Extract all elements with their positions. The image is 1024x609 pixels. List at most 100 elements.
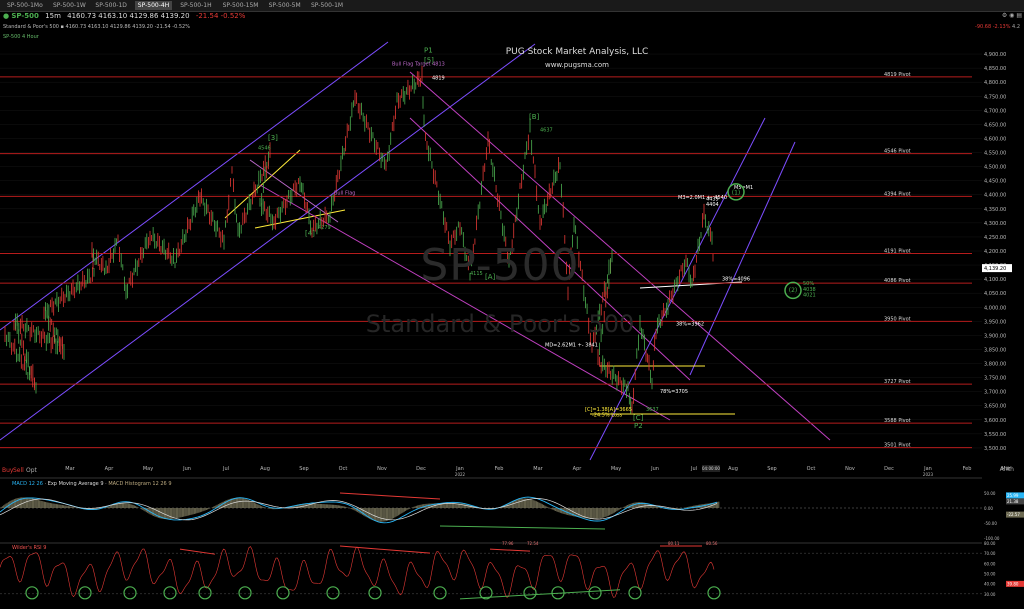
macd-legend: MACD 12 26 · Exp Moving Average 9 · MACD… [12,481,172,487]
wave-label: MD=2.62M1 +- 3841 [545,343,598,349]
macd-value-label: -22.57 [1007,512,1020,517]
rsi-tick: 40.00 [984,582,996,587]
scale-mode-button[interactable]: Arith [1000,466,1014,473]
rsi-peak-label: 80.56 [706,541,718,546]
rsi-peak-label: 77.96 [502,541,514,546]
macd-tick: -50.00 [984,521,997,526]
rsi-line [0,546,715,598]
analysis-url: www.pugsma.com [544,61,609,69]
wave-label: Bull Flag [334,191,355,197]
date-badge-label: 04:00:00 [702,466,720,471]
y-tick-label: 3,750.00 [984,376,1006,382]
macd-value-label: 25.99 [1007,493,1019,498]
rsi-oversold-circle [238,586,252,600]
y-tick-label: 3,550.00 [984,432,1006,438]
y-tick-label: 4,850.00 [984,66,1006,72]
rsi-divergence-line [489,548,531,552]
y-tick-label: 4,200.00 [984,249,1006,255]
buy-button[interactable]: Buy [2,467,13,474]
pivot-label: 4546 Pivot [884,149,911,155]
wave-label: Bull Flag Target 4813 [392,61,445,67]
rsi-tick: 60.00 [984,561,996,566]
date-axis: Mar Apr May Jun Jul Aug Sep Oct Nov Dec Jan2022Feb… [65,465,1012,477]
x-tick-label: Apr [573,466,583,472]
x-tick-label: Aug [260,466,270,472]
sell-button[interactable]: Sell [13,467,24,474]
y-tick-label: 4,750.00 [984,94,1006,100]
x-tick-label: May [611,466,621,472]
x-tick-label: Dec [416,466,426,472]
pivot-label: 4086 Pivot [884,278,911,284]
y-tick-label: 4,350.00 [984,207,1006,213]
rsi-oversold-circle [25,586,39,600]
rsi-tick: 80.00 [984,541,996,546]
wave-label: P2 [634,422,643,430]
x-tick-label: Mar [533,466,543,472]
rsi-oversold-circle [588,586,602,600]
wave-circle-label: (2) [789,287,798,294]
pivot-label: 4819 Pivot [884,72,911,78]
wave-label: [B] [529,113,540,121]
x-tick-label: Nov [377,466,387,472]
rsi-peak-label: 72.54 [527,541,539,546]
pivot-label: 3588 Pivot [884,418,911,424]
analysis-title: PUG Stock Market Analysis, LLC [505,47,649,57]
rsi-oversold-circle [276,586,290,600]
y-tick-label: 4,300.00 [984,221,1006,227]
x-tick-label: Jun [650,466,659,472]
x-tick-label: Jul [222,466,229,472]
y-tick-label: 4,400.00 [984,193,1006,199]
y-tick-label: 3,850.00 [984,347,1006,353]
x-tick-label: Oct [807,466,816,472]
watermark-name: Standard & Poor's 500 [365,310,635,338]
rsi-oversold-circle [707,586,721,600]
watermark-symbol: SP-500 [420,240,580,291]
wave-label: 3637 [646,407,659,413]
y-tick-label: 4,050.00 [984,291,1006,297]
pivot-label: 3950 Pivot [884,316,911,322]
trend-line [224,149,301,219]
pivot-label: 3501 Pivot [884,443,911,449]
wave-label: 50% [803,281,814,287]
x-tick-label: Mar [65,466,75,472]
rsi-peak-label: 80.11 [668,541,680,546]
rsi-oversold-circle [163,586,177,600]
macd-value-label: 21.38 [1007,499,1019,504]
macd-tick: 0.00 [984,506,993,511]
rsi-oversold-circle [523,586,537,600]
rsi-divergence-line [179,548,216,555]
y-tick-label: 4,000.00 [984,305,1006,311]
wave-label: P1 [424,47,433,55]
y-tick-label: 4,600.00 [984,136,1006,142]
rsi-oversold-circle [628,586,642,600]
wave-label: 4021 [803,293,816,299]
wave-label: [4] [305,230,315,238]
wave-label: M3=2.0M1 +- 4540 [678,195,727,201]
rsi-oversold-circle [78,586,92,600]
wave-label: 4637 [540,127,553,133]
y-tick-label: 4,700.00 [984,108,1006,114]
y-tick-label: 4,800.00 [984,80,1006,86]
y-tick-label: 4,450.00 [984,179,1006,185]
wave-label: 38%=4096 [722,276,750,282]
price-chart[interactable]: 4819 Pivot 4546 Pivot 4394 Pivot 4191 Pivot… [0,0,1024,609]
wave-label: [3] [268,134,278,142]
trend-line [254,209,346,229]
rsi-oversold-circle [326,586,340,600]
x-tick-label: May [143,466,153,472]
rsi-legend: Wilder's RSI 9 [12,545,47,551]
y-tick-label: 4,550.00 [984,151,1006,157]
rsi-oversold-circle [198,586,212,600]
options-button[interactable]: Opt [26,467,37,474]
x-tick-label: Apr [105,466,115,472]
rsi-tick: 70.00 [984,551,996,556]
rsi-oversold-circle [368,586,382,600]
rsi-pane: 80.00 70.00 60.00 50.00 40.00 30.00 77.96 72.54… [0,541,1024,600]
wave-label: 4546 [258,146,271,152]
pivot-label: 4191 Pivot [884,249,911,255]
pivot-label: 3727 Pivot [884,379,911,385]
wave-label: 4279 [318,225,331,231]
wave-annotations: P1[5]4819Bull Flag Target 4813Bull Flag[… [258,47,816,431]
macd-pane: 50.000.00-50.00-100.0025.9921.38-22.57 [0,477,1024,541]
x-tick-label: Feb [495,466,504,472]
